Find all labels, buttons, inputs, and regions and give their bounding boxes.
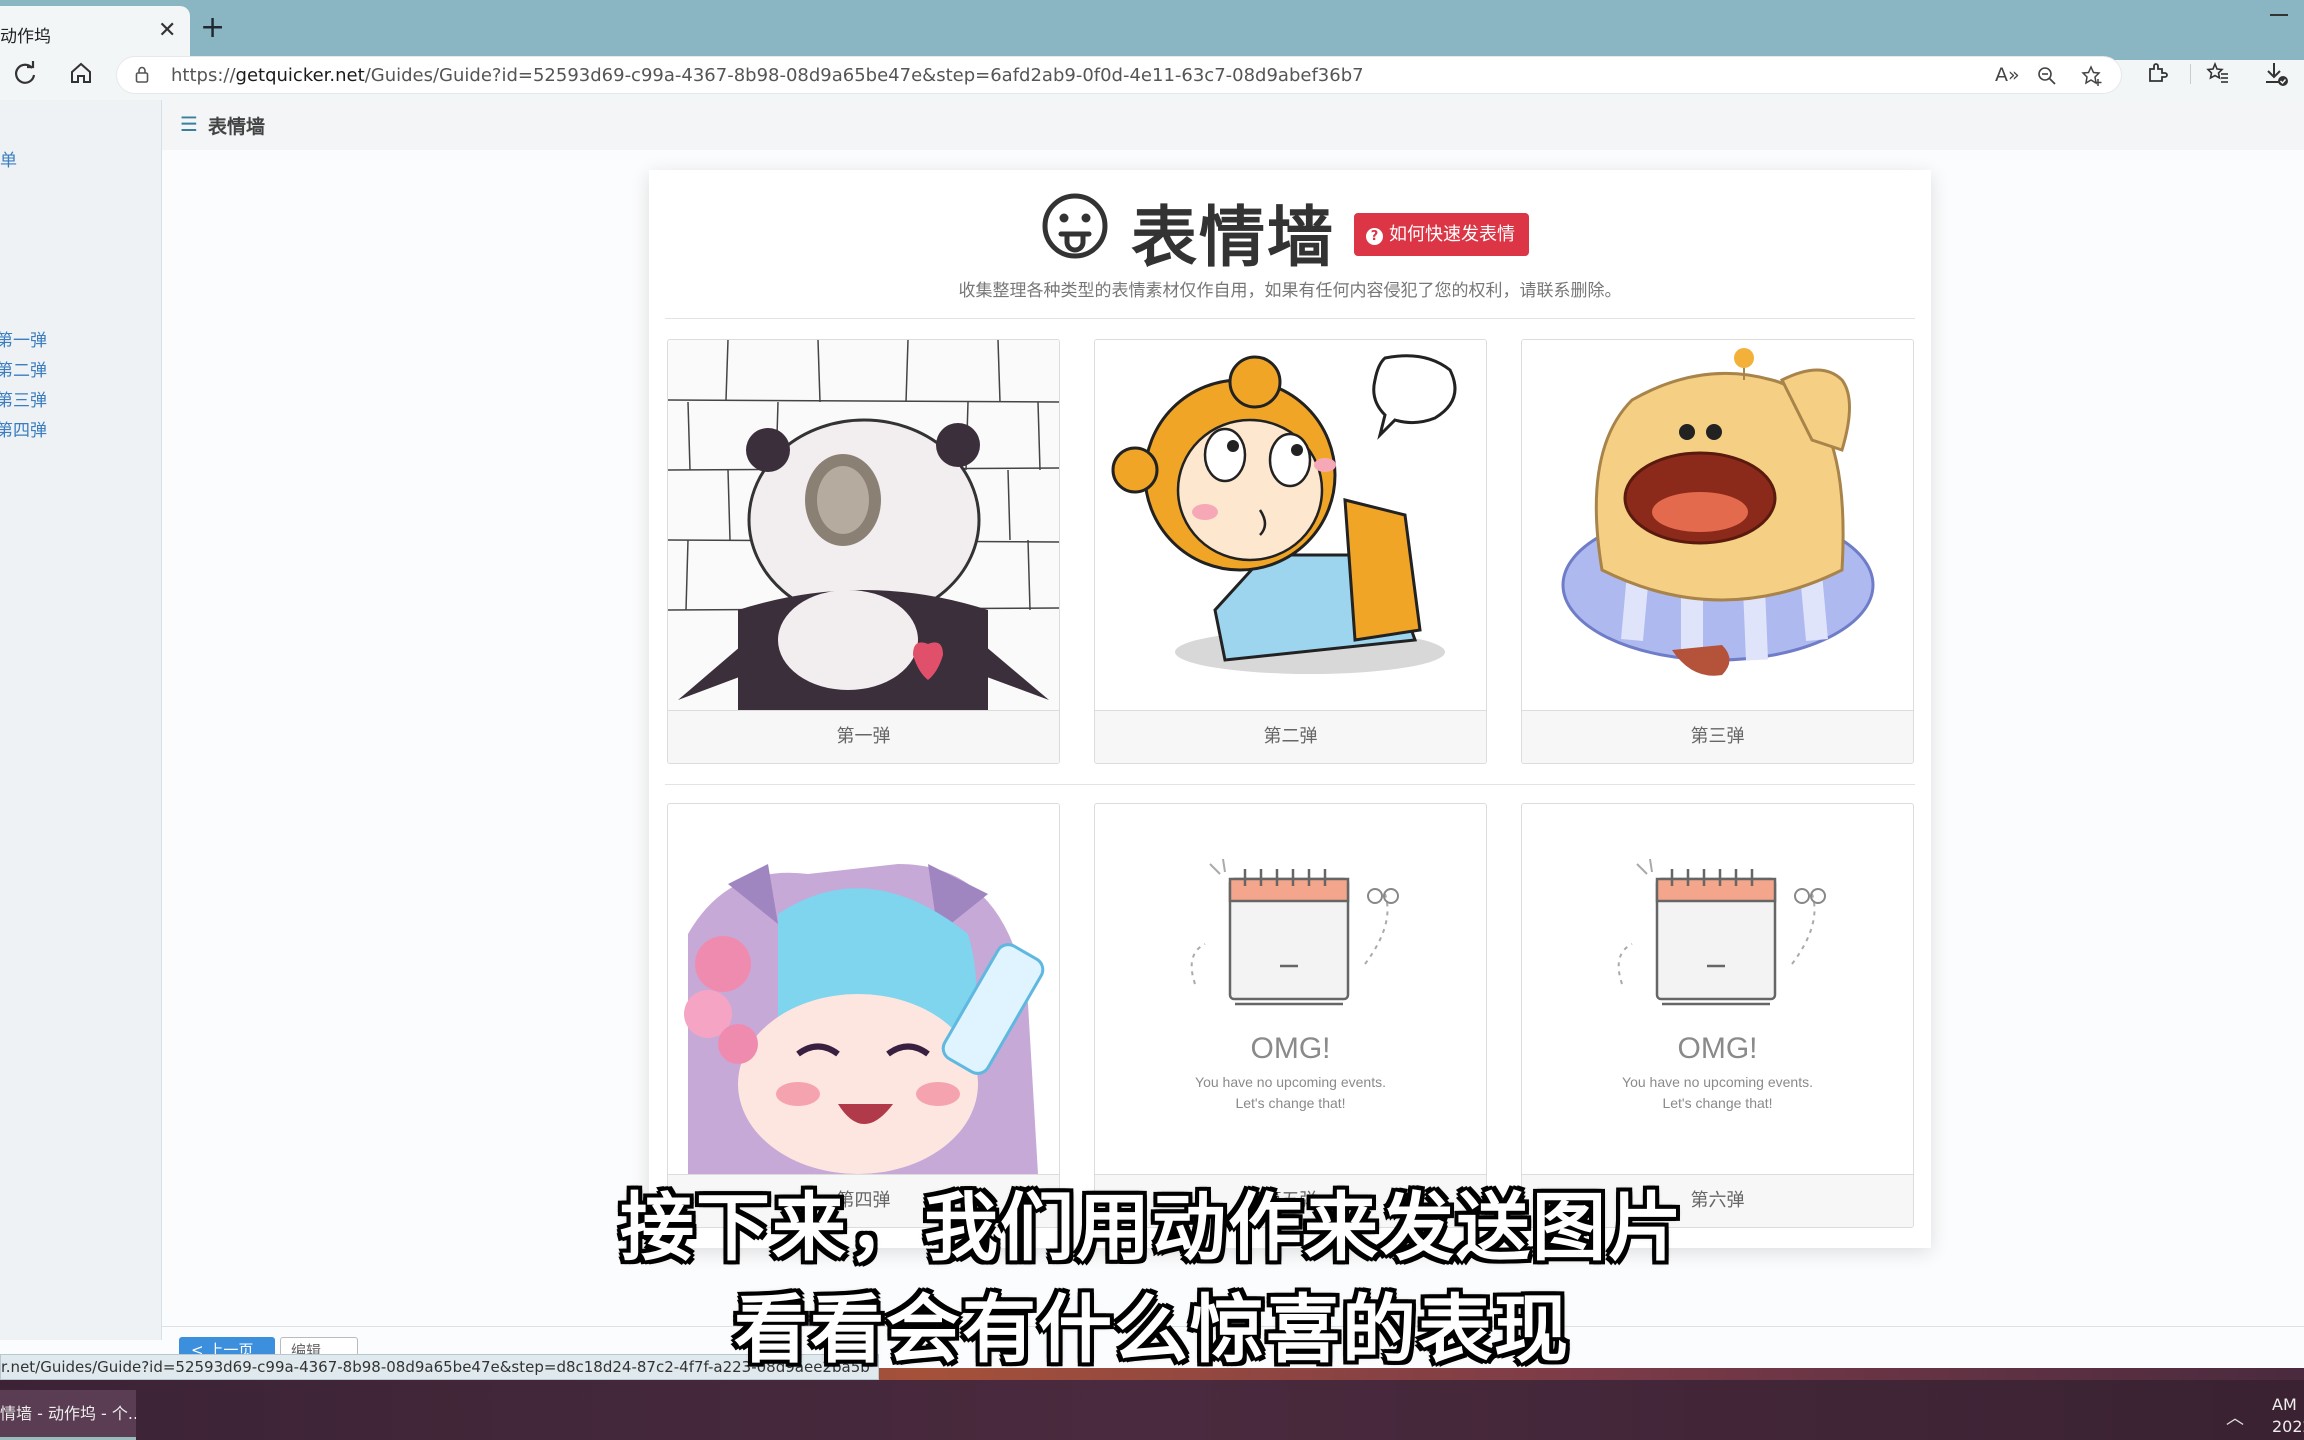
url-domain: getquicker.net <box>235 65 365 86</box>
empty-state-line-1: You have no upcoming events. <box>1195 1074 1386 1090</box>
emoji-tile-5[interactable]: OMG! You have no upcoming events. Let's … <box>1094 803 1487 1228</box>
empty-state-title: OMG! <box>1677 1032 1758 1065</box>
calendar-icon <box>1617 858 1826 1006</box>
tile-label: 第一弹 <box>668 710 1059 763</box>
tray-time-text: AM <box>2272 1395 2297 1414</box>
tongue-face-icon <box>1042 193 1108 259</box>
lock-icon[interactable] <box>135 66 149 83</box>
toolbar-divider <box>2190 64 2191 84</box>
new-tab-button[interactable]: + <box>200 12 225 44</box>
tray-clock[interactable]: AM 2022 <box>2272 1394 2304 1438</box>
page-header: ☰ 表情墙 <box>162 100 2304 150</box>
page-title: 表情墙 <box>208 116 266 138</box>
caption-line-1: 接下来，我们用动作来发送图片 <box>620 1185 1684 1271</box>
browser-tab[interactable]: 动作坞 ✕ <box>0 6 190 60</box>
anime-girl-image <box>668 804 1059 1174</box>
bear-costume-image <box>1095 340 1486 710</box>
tab-strip <box>0 0 2304 60</box>
downloads-icon[interactable] <box>2262 60 2290 88</box>
empty-state-line-1: You have no upcoming events. <box>1622 1074 1813 1090</box>
how-to-send-label: 如何快速发表情 <box>1389 224 1515 245</box>
divider <box>665 318 1915 319</box>
divider <box>665 784 1915 785</box>
taskbar <box>0 1380 2304 1440</box>
caption-line-2: 看看会有什么惊喜的表现 <box>734 1287 1570 1373</box>
refresh-icon[interactable] <box>10 58 40 88</box>
emoji-tile-2[interactable]: 第二弹 <box>1094 339 1487 764</box>
tray-chevron-up-icon[interactable]: ︿ <box>2226 1404 2244 1430</box>
empty-state-image <box>1522 804 1913 1174</box>
menu-icon[interactable]: ☰ <box>180 112 198 136</box>
read-aloud-icon[interactable]: A» <box>1995 64 2020 86</box>
tray-date-text: 2022 <box>2272 1417 2304 1436</box>
emoji-tile-3[interactable]: 第三弹 <box>1521 339 1914 764</box>
card-title: 表情墙 <box>1131 199 1335 276</box>
close-tab-icon[interactable]: ✕ <box>158 18 176 43</box>
yellow-creature-image <box>1522 340 1913 710</box>
emoji-wall-card: 表情墙 ? 如何快速发表情 收集整理各种类型的表情素材仅作自用，如果有任何内容侵犯… <box>649 170 1931 1248</box>
home-icon[interactable] <box>66 58 96 88</box>
card-subtitle: 收集整理各种类型的表情素材仅作自用，如果有任何内容侵犯了您的权利，请联系删除。 <box>958 281 1622 301</box>
panda-meme-image <box>668 340 1059 710</box>
address-bar[interactable]: https://getquicker.net/Guides/Guide?id=5… <box>116 56 2122 94</box>
question-icon: ? <box>1366 228 1383 245</box>
tile-label: 第三弹 <box>1522 710 1913 763</box>
empty-state-line-2: Let's change that! <box>1662 1095 1773 1111</box>
tile-label: 第二弹 <box>1095 710 1486 763</box>
emoji-tile-1[interactable]: 第一弹 <box>667 339 1060 764</box>
sidebar-item-3[interactable]: 第三弹 <box>0 386 47 411</box>
empty-state-image <box>1095 804 1486 1174</box>
sidebar-item-1[interactable]: 第一弹 <box>0 326 47 351</box>
empty-state-title: OMG! <box>1250 1032 1331 1065</box>
sidebar-item-2[interactable]: 第二弹 <box>0 356 47 381</box>
how-to-send-button[interactable]: ? 如何快速发表情 <box>1354 213 1529 256</box>
empty-state-line-2: Let's change that! <box>1235 1095 1346 1111</box>
calendar-icon <box>1190 858 1399 1006</box>
taskbar-browser-item[interactable]: 情墙 - 动作坞 - 个... <box>0 1390 136 1440</box>
emoji-tile-4[interactable]: 第四弹 <box>667 803 1060 1228</box>
sidebar-item-4[interactable]: 第四弹 <box>0 416 47 441</box>
minimize-window-icon[interactable] <box>2270 14 2288 16</box>
zoom-out-icon[interactable] <box>2037 66 2057 86</box>
extensions-icon[interactable] <box>2146 61 2170 85</box>
sidebar: 单 第一弹 第二弹 第三弹 第四弹 <box>0 100 162 1340</box>
sidebar-item-top[interactable]: 单 <box>0 146 17 171</box>
url-text[interactable]: https://getquicker.net/Guides/Guide?id=5… <box>171 65 1364 86</box>
emoji-tile-6[interactable]: OMG! You have no upcoming events. Let's … <box>1521 803 1914 1228</box>
tab-title: 动作坞 <box>0 27 51 47</box>
add-favorite-icon[interactable] <box>2081 65 2103 87</box>
favorites-icon[interactable] <box>2206 61 2230 85</box>
